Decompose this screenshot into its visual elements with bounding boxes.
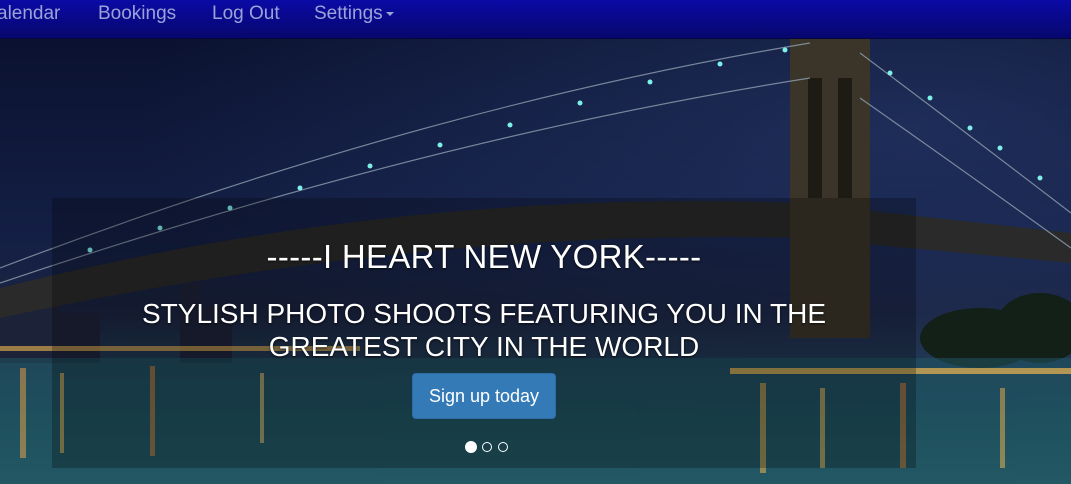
- nav-bookings-link[interactable]: Bookings: [98, 0, 176, 30]
- nav-logout-link[interactable]: Log Out: [212, 0, 280, 30]
- carousel-indicator-3[interactable]: [497, 441, 508, 452]
- carousel-subline: STYLISH PHOTO SHOOTS FEATURING YOU IN TH…: [141, 298, 827, 362]
- carousel-indicator-1[interactable]: [465, 440, 477, 453]
- top-navbar: alendar Bookings Log Out Settings: [0, 0, 1071, 38]
- sign-up-button[interactable]: Sign up today: [412, 373, 556, 419]
- nav-settings-dropdown[interactable]: Settings: [314, 0, 394, 30]
- nav-settings-label: Settings: [314, 3, 383, 24]
- nav-calendar-link[interactable]: alendar: [0, 0, 60, 30]
- carousel-headline: -----I HEART NEW YORK-----: [266, 238, 702, 275]
- carousel-indicator-2[interactable]: [482, 441, 493, 452]
- carousel-indicators: [465, 438, 509, 453]
- caret-down-icon: [385, 11, 394, 16]
